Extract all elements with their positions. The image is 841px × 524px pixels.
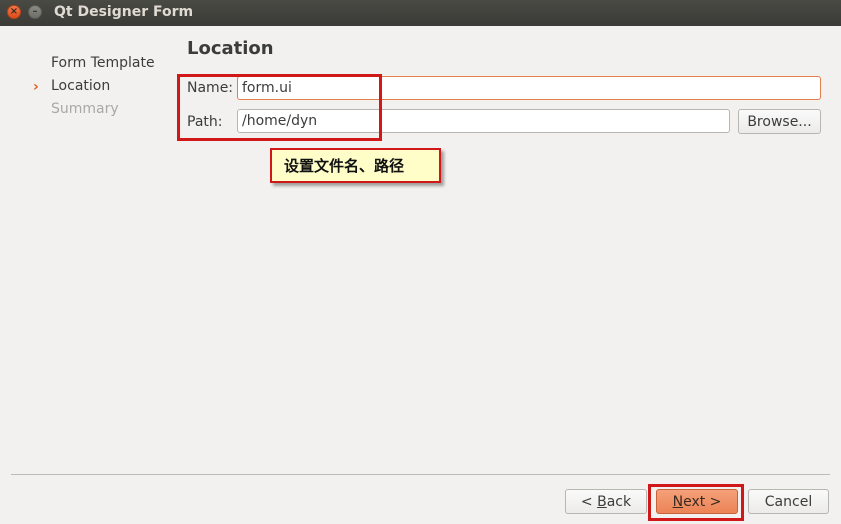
annotation-text: 设置文件名、路径 xyxy=(284,157,405,175)
step-location: Location xyxy=(51,78,111,94)
back-prefix: < xyxy=(580,493,598,510)
step-summary: Summary xyxy=(51,101,119,117)
annotation-callout: 设置文件名、路径 xyxy=(270,148,441,183)
back-button[interactable]: < Back xyxy=(565,489,647,514)
window-title: Qt Designer Form xyxy=(54,4,194,20)
footer-divider xyxy=(11,474,830,475)
back-rest: ack xyxy=(606,493,632,510)
back-mnemonic: B xyxy=(597,493,607,510)
minimize-icon[interactable]: – xyxy=(28,5,42,19)
page-title: Location xyxy=(187,38,274,59)
current-step-chevron-icon: › xyxy=(33,79,39,95)
browse-button[interactable]: Browse... xyxy=(738,109,821,134)
cancel-button[interactable]: Cancel xyxy=(748,489,829,514)
close-icon[interactable]: × xyxy=(7,5,21,19)
name-path-highlight-box xyxy=(177,74,382,141)
title-bar: × – Qt Designer Form xyxy=(0,0,841,26)
next-highlight-box xyxy=(648,484,744,521)
step-form-template: Form Template xyxy=(51,55,155,71)
